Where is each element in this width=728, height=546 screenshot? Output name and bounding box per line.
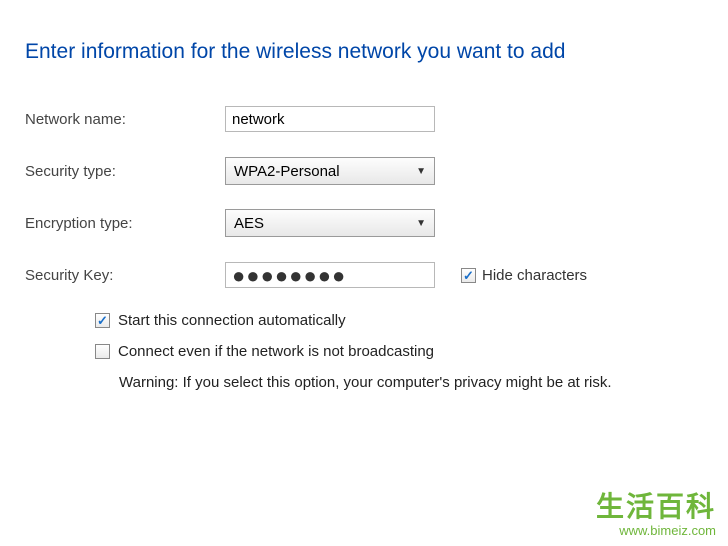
warning-text: Warning: If you select this option, your… [119,374,703,391]
chevron-down-icon: ▼ [416,166,426,177]
connect-hidden-label: Connect even if the network is not broad… [118,343,434,360]
encryption-type-label: Encryption type: [25,215,225,232]
network-name-row: Network name: [25,104,703,134]
encryption-type-row: Encryption type: AES ▼ [25,208,703,238]
network-name-label: Network name: [25,111,225,128]
connect-hidden-checkbox[interactable] [95,344,110,359]
security-type-select[interactable]: WPA2-Personal ▼ [225,157,435,185]
start-auto-row: ✓ Start this connection automatically [95,312,703,329]
checkmark-icon: ✓ [463,269,474,282]
start-auto-label: Start this connection automatically [118,312,346,329]
network-name-input[interactable] [225,106,435,132]
security-type-row: Security type: WPA2-Personal ▼ [25,156,703,186]
security-key-label: Security Key: [25,267,225,284]
watermark: 生活百科 www.bimeiz.com [596,485,716,538]
start-auto-checkbox[interactable]: ✓ [95,313,110,328]
chevron-down-icon: ▼ [416,218,426,229]
hide-characters-checkbox[interactable]: ✓ [461,268,476,283]
checkmark-icon: ✓ [97,314,108,327]
security-type-value: WPA2-Personal [234,163,412,180]
page-title: Enter information for the wireless netwo… [25,40,703,64]
security-key-row: Security Key: ●●●●●●●● ✓ Hide characters [25,260,703,290]
hide-characters-label: Hide characters [482,267,587,284]
watermark-text: 生活百科 [596,485,716,525]
encryption-type-value: AES [234,215,412,232]
connect-hidden-row: Connect even if the network is not broad… [95,343,703,360]
security-key-input[interactable]: ●●●●●●●● [225,262,435,288]
watermark-url: www.bimeiz.com [596,523,716,538]
security-type-label: Security type: [25,163,225,180]
hide-characters-group: ✓ Hide characters [461,267,587,284]
encryption-type-select[interactable]: AES ▼ [225,209,435,237]
dialog-content: Enter information for the wireless netwo… [0,0,728,411]
